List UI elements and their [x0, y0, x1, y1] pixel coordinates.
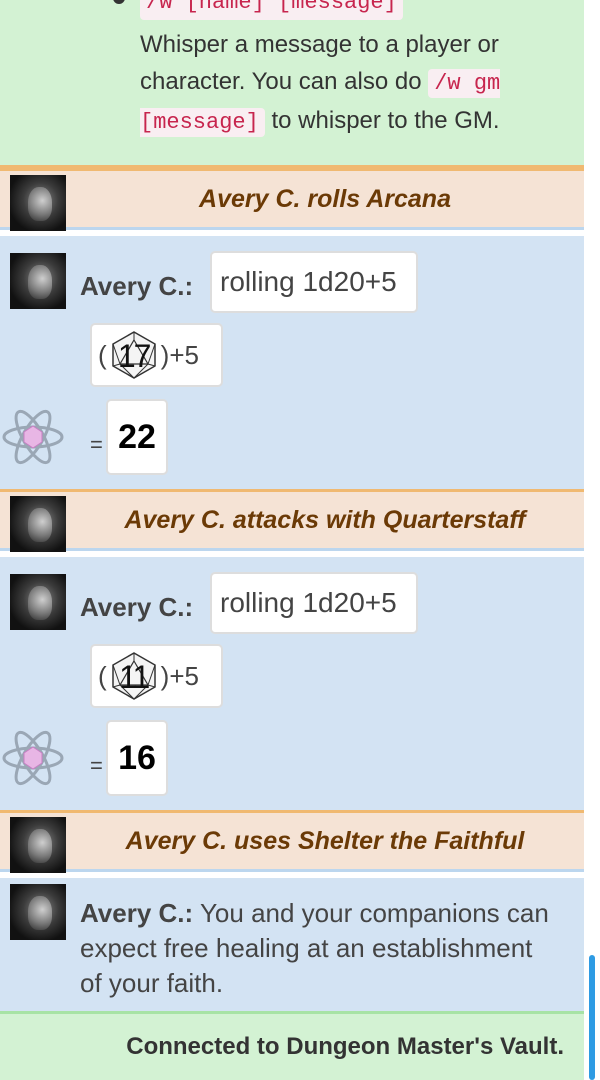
avatar	[10, 496, 66, 552]
attack-header-title: Avery C. attacks with Quarterstaff	[124, 505, 526, 534]
help-description: Whisper a message to a player or charact…	[140, 26, 560, 141]
roll-modifier: )+5	[160, 660, 199, 691]
dice-result: ( 11 )+5	[90, 644, 223, 708]
roll-formula: rolling 1d20+5	[210, 251, 418, 313]
roll-total: 22	[106, 399, 168, 475]
atom-icon	[2, 409, 64, 465]
connection-status-text: Connected to Dungeon Master's Vault.	[126, 1033, 564, 1060]
open-paren: (	[98, 660, 107, 691]
help-text-2: to whisper to the GM.	[264, 107, 500, 134]
roll-header: Avery C. rolls Arcana	[0, 168, 584, 231]
open-paren: (	[98, 339, 107, 370]
feature-text: Avery C.: You and your companions can ex…	[80, 896, 550, 1001]
equals-sign: =	[90, 432, 103, 457]
message-sender: Avery C.:	[80, 898, 194, 928]
avatar	[10, 253, 66, 309]
roll-total: 16	[106, 720, 168, 796]
d20-die-icon: 17	[109, 330, 159, 380]
atom-icon	[2, 730, 64, 786]
command-syntax: /w [name] [message]	[140, 0, 403, 20]
dice-result: ( 17 )+5	[90, 323, 223, 387]
avatar	[10, 884, 66, 940]
roll-formula-text: rolling 1d20+5	[220, 587, 397, 618]
feature-header-title: Avery C. uses Shelter the Faithful	[125, 826, 525, 855]
roll-header-title: Avery C. rolls Arcana	[199, 184, 451, 213]
scrollbar[interactable]	[589, 955, 595, 1080]
message-sender: Avery C.:	[80, 592, 194, 622]
avatar	[10, 175, 66, 231]
avatar	[10, 574, 66, 630]
connection-status: Connected to Dungeon Master's Vault.	[0, 1011, 584, 1080]
help-message: /w [name] [message] Whisper a message to…	[0, 0, 584, 168]
feature-header: Avery C. uses Shelter the Faithful	[0, 810, 584, 873]
chat-log: /w [name] [message] Whisper a message to…	[0, 0, 584, 1080]
d20-die-icon: 11	[109, 651, 159, 701]
die-value: 17	[117, 338, 152, 374]
roll-formula: rolling 1d20+5	[210, 572, 418, 634]
roll-modifier: )+5	[160, 339, 199, 370]
attack-roll-message: Avery C.: rolling 1d20+5 ( 11)+5 = 16	[0, 557, 584, 810]
roll-message: Avery C.: rolling 1d20+5 ( 17)+5 = 22	[0, 236, 584, 489]
bullet-icon	[113, 0, 125, 4]
equals-sign: =	[90, 753, 103, 778]
attack-header: Avery C. attacks with Quarterstaff	[0, 489, 584, 552]
avatar	[10, 817, 66, 873]
feature-message: Avery C.: You and your companions can ex…	[0, 878, 584, 1011]
roll-formula-text: rolling 1d20+5	[220, 266, 397, 297]
message-sender: Avery C.:	[80, 271, 194, 301]
die-value: 11	[119, 659, 150, 695]
